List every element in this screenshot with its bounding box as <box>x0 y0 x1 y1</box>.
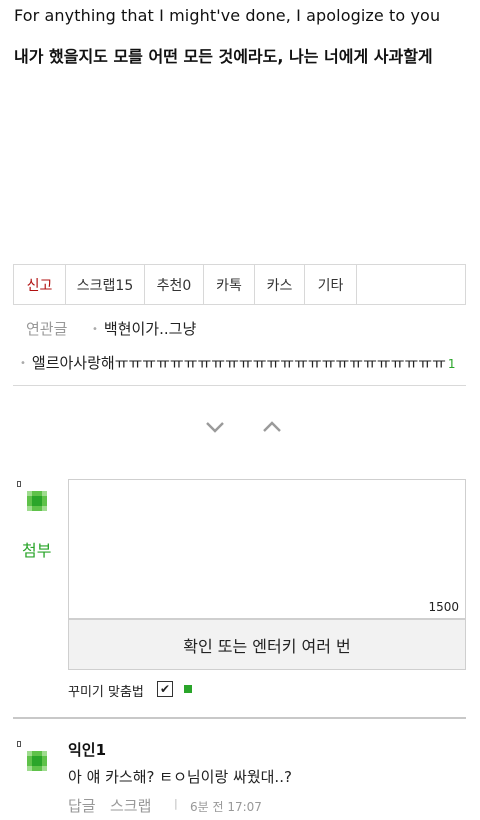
small-marker-icon <box>17 741 21 747</box>
scrap-button[interactable]: 스크랩15 <box>66 265 145 304</box>
related-post-comment-count: 1 <box>447 357 456 371</box>
decorate-checkbox[interactable]: ✔ <box>157 681 173 697</box>
share-kakaostory-button[interactable]: 카스 <box>255 265 305 304</box>
post-action-bar: 신고 스크랩15 추천0 카톡 카스 기타 <box>13 264 466 305</box>
color-square-icon[interactable] <box>184 685 192 693</box>
meta-separator: | <box>174 797 178 810</box>
report-button[interactable]: 신고 <box>14 265 66 304</box>
related-post-link[interactable]: • 앨르아사랑해ㅠㅠㅠㅠㅠㅠㅠㅠㅠㅠㅠㅠㅠㅠㅠㅠㅠㅠㅠㅠㅠㅠㅠㅠ 1 <box>20 352 470 373</box>
comment-timestamp: 6분 전 17:07 <box>190 800 262 814</box>
bullet-icon: • <box>92 324 98 335</box>
share-kakaotalk-button[interactable]: 카톡 <box>204 265 255 304</box>
divider <box>13 385 466 386</box>
attach-button[interactable]: 첨부 <box>22 537 51 561</box>
check-icon: ✔ <box>159 682 171 696</box>
comment-author: 익인1 <box>68 741 107 759</box>
related-post-title: 백현이가..그냥 <box>103 320 197 338</box>
related-posts-label: 연관글 <box>26 320 68 338</box>
user-avatar-icon <box>27 491 47 511</box>
submit-comment-button[interactable]: 확인 또는 엔터키 여러 번 <box>68 619 466 670</box>
chevron-down-icon[interactable] <box>205 419 225 435</box>
post-text-korean: 내가 했을지도 모를 어떤 모든 것에라도, 나는 너에게 사과할게 <box>14 47 433 66</box>
small-marker-icon <box>17 481 21 487</box>
related-post-link[interactable]: • 백현이가..그냥 <box>92 318 196 339</box>
post-text-english: For anything that I might've done, I apo… <box>14 6 441 25</box>
commenter-avatar-icon <box>27 751 47 771</box>
comment-textarea[interactable] <box>69 480 465 618</box>
more-options-button[interactable]: 기타 <box>305 265 357 304</box>
comment-text: 아 얘 카스해? ㅌㅇ님이랑 싸웠대..? <box>68 768 292 786</box>
comment-input-box: 1500 <box>68 479 466 619</box>
reply-button[interactable]: 답글 <box>68 795 96 816</box>
char-limit: 1500 <box>428 600 459 614</box>
decorate-spellcheck-label: 꾸미기 맞춤법 <box>68 685 144 700</box>
bullet-icon: • <box>20 358 26 369</box>
related-post-title: 앨르아사랑해ㅠㅠㅠㅠㅠㅠㅠㅠㅠㅠㅠㅠㅠㅠㅠㅠㅠㅠㅠㅠㅠㅠㅠㅠ <box>31 354 446 372</box>
recommend-button[interactable]: 추천0 <box>145 265 204 304</box>
chevron-up-icon[interactable] <box>262 419 282 435</box>
divider <box>13 717 466 719</box>
comment-scrap-button[interactable]: 스크랩 <box>110 795 151 816</box>
